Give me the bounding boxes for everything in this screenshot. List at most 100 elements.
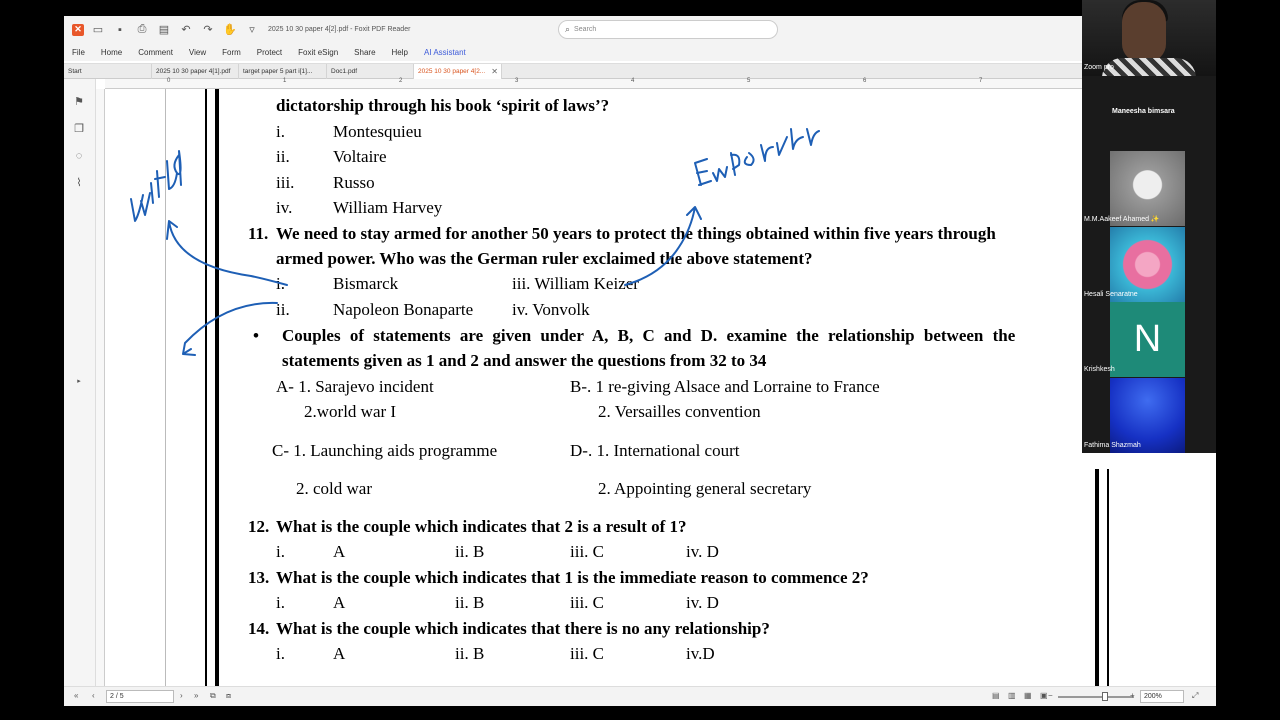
split-view-icon[interactable]: ⧈: [226, 691, 231, 701]
participant-name: Fathima Shazmah: [1084, 442, 1141, 449]
zoom-slider-handle[interactable]: [1102, 692, 1108, 701]
zoom-level-select[interactable]: 200%: [1140, 690, 1184, 703]
first-page-icon[interactable]: «: [74, 691, 78, 700]
option-text: Napoleon Bonaparte: [333, 300, 474, 319]
option-a: A: [333, 593, 346, 612]
open-folder-icon[interactable]: ▭: [90, 22, 106, 38]
q13-number: 13.: [248, 568, 270, 587]
ruler-number: 1: [283, 78, 287, 84]
participant-initial: N: [1133, 318, 1162, 360]
q12-text: What is the couple which indicates that …: [276, 517, 687, 536]
instructions-line2: statements given as 1 and 2 and answer t…: [282, 351, 767, 370]
zoom-slider[interactable]: [1058, 696, 1134, 698]
menu-view[interactable]: View: [189, 48, 206, 57]
option-text: Montesquieu: [333, 122, 422, 141]
menu-help[interactable]: Help: [392, 48, 408, 57]
search-input[interactable]: ⌕ Search: [558, 20, 778, 39]
option-text: Russo: [333, 173, 375, 192]
option-c: iii. C: [570, 644, 605, 663]
menu-foxit-esign[interactable]: Foxit eSign: [298, 48, 338, 57]
menu-form[interactable]: Form: [222, 48, 241, 57]
q11-text-line1: We need to stay armed for another 50 yea…: [276, 224, 996, 243]
participant-name: Hesali Senaratne: [1084, 291, 1138, 298]
tab-target-paper-5[interactable]: target paper 5 part i[1]...: [239, 64, 327, 79]
menu-comment[interactable]: Comment: [138, 48, 173, 57]
tab-paper-4-1[interactable]: 2025 10 30 paper 4[1].pdf: [152, 64, 239, 79]
zoom-in-icon[interactable]: +: [1130, 691, 1135, 700]
menu-file[interactable]: File: [72, 48, 85, 57]
bullet: •: [253, 326, 259, 345]
search-placeholder: Search: [574, 26, 597, 33]
option-number: i.: [276, 644, 285, 663]
facing-page-icon[interactable]: ▦: [1024, 691, 1032, 700]
ruler-number: 0: [167, 78, 171, 84]
continuous-page-icon[interactable]: ▥: [1008, 691, 1016, 700]
tab-start[interactable]: Start: [64, 64, 152, 79]
save-icon[interactable]: ▪: [112, 22, 128, 38]
tab-label: 2025 10 30 paper 4[1].pdf: [156, 68, 231, 75]
fullscreen-icon[interactable]: ⤢: [1192, 691, 1198, 701]
option-number: ii.: [276, 147, 290, 166]
foxit-pdf-reader-window: ✕ ▭ ▪ ⎙ ▤ ↶ ↷ ✋ ▿ 2025 10 30 paper 4[2].…: [64, 16, 1216, 706]
screen: ✕ ▭ ▪ ⎙ ▤ ↶ ↷ ✋ ▿ 2025 10 30 paper 4[2].…: [0, 0, 1280, 720]
option-b: ii. B: [455, 593, 485, 612]
undo-icon[interactable]: ↶: [178, 22, 194, 38]
tab-label: Doc1.pdf: [331, 68, 358, 75]
q14-text: What is the couple which indicates that …: [276, 619, 770, 638]
print-icon[interactable]: ⎙: [134, 22, 150, 38]
q12-number: 12.: [248, 517, 270, 536]
bookmark-icon[interactable]: ⚑: [72, 95, 86, 109]
pair-c-1: C- 1. Launching aids programme: [272, 441, 498, 460]
close-tab-icon[interactable]: ✕: [491, 67, 498, 76]
expand-panel-icon[interactable]: ▸: [72, 375, 86, 389]
copy-page-icon[interactable]: ⧉: [210, 691, 216, 701]
host-shirt: [1102, 58, 1196, 76]
ruler-number: 6: [863, 78, 867, 84]
previous-page-icon[interactable]: ‹: [92, 691, 95, 700]
page-margin-guide: [165, 89, 166, 686]
menu-ai-assistant[interactable]: AI Assistant: [424, 48, 466, 57]
pdf-page: dictatorship through his book ‘spirit of…: [105, 89, 1145, 686]
tab-doc1[interactable]: Doc1.pdf: [327, 64, 414, 79]
menu-home[interactable]: Home: [101, 48, 122, 57]
tab-paper-4-2-active[interactable]: 2025 10 30 paper 4[2... ✕: [414, 64, 502, 79]
meeting-video-panel: Zoom pro Maneesha bimsara M.M.Aakeef Aha…: [1082, 0, 1216, 453]
last-page-icon[interactable]: »: [194, 691, 198, 700]
document-viewport[interactable]: dictatorship through his book ‘spirit of…: [105, 89, 1145, 686]
page-border-left: [205, 89, 219, 686]
attachments-icon[interactable]: ⌇: [72, 176, 86, 190]
comments-icon[interactable]: ◌: [72, 149, 86, 163]
option-b: ii. B: [455, 542, 485, 561]
print-preview-icon[interactable]: ▤: [156, 22, 172, 38]
page-number-input[interactable]: 2 / 5: [106, 690, 174, 703]
pair-a-1: A- 1. Sarajevo incident: [276, 377, 434, 396]
redo-icon[interactable]: ↷: [200, 22, 216, 38]
host-face: [1122, 2, 1166, 62]
customize-dropdown-icon[interactable]: ▿: [244, 22, 260, 38]
page-thumbnails-icon[interactable]: ❐: [72, 122, 86, 136]
option-c: iii. C: [570, 542, 605, 561]
option-text: iii. William Keizer: [512, 274, 639, 293]
menu-protect[interactable]: Protect: [257, 48, 282, 57]
page-number: 2 / 5: [110, 693, 124, 700]
menu-share[interactable]: Share: [354, 48, 375, 57]
option-number: iii.: [276, 173, 295, 192]
tab-label: 2025 10 30 paper 4[2...: [418, 68, 486, 75]
participant-avatar-tile[interactable]: N: [1110, 302, 1185, 377]
ribbon-menu: File Home Comment View Form Protect Foxi…: [64, 43, 1216, 61]
host-video[interactable]: Zoom pro: [1082, 0, 1216, 76]
ruler-number: 3: [515, 78, 519, 84]
ruler-number: 5: [747, 78, 751, 84]
pair-c-2: 2. cold war: [296, 479, 373, 498]
next-page-icon[interactable]: ›: [180, 691, 183, 700]
fit-page-icon[interactable]: ▣: [1040, 691, 1048, 700]
zoom-level: 200%: [1144, 693, 1162, 700]
search-icon: ⌕: [565, 24, 571, 34]
single-page-icon[interactable]: ▤: [992, 691, 1000, 700]
hand-tool-icon[interactable]: ✋: [222, 22, 238, 38]
option-number: i.: [276, 274, 285, 293]
zoom-out-icon[interactable]: −: [1048, 691, 1053, 700]
window-title: 2025 10 30 paper 4[2].pdf - Foxit PDF Re…: [268, 26, 411, 33]
tab-label: target paper 5 part i[1]...: [243, 68, 313, 75]
option-text: Bismarck: [333, 274, 399, 293]
